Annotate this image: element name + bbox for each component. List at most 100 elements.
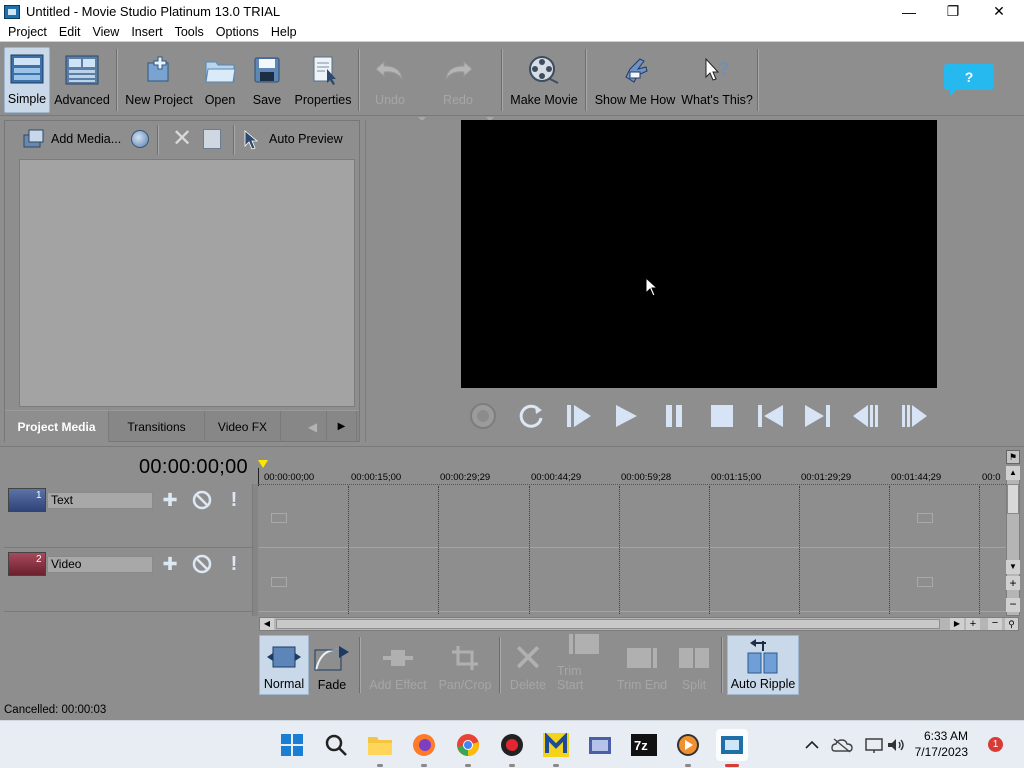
tab-project-media[interactable]: Project Media — [5, 411, 109, 442]
go-to-start-icon[interactable] — [752, 398, 788, 434]
mute-icon[interactable] — [192, 554, 212, 574]
trim-start-button[interactable]: Trim Start — [557, 634, 611, 695]
auto-preview-toggle[interactable]: Auto Preview — [269, 132, 343, 146]
menu-view[interactable]: View — [86, 25, 125, 39]
media-player-icon[interactable] — [672, 729, 704, 767]
chrome-icon[interactable] — [452, 729, 484, 767]
screen-recorder-icon[interactable] — [496, 729, 528, 767]
tab-scroll-left-icon[interactable]: ◀ — [299, 411, 327, 442]
scroll-down-icon[interactable]: ▼ — [1006, 560, 1020, 574]
save-button[interactable]: Save — [248, 47, 286, 113]
zoom-in-icon[interactable]: + — [1006, 576, 1020, 590]
minimize-button[interactable]: — — [886, 0, 932, 23]
marker-flag-icon[interactable]: ⚑ — [1006, 450, 1020, 464]
menu-insert[interactable]: Insert — [125, 25, 168, 39]
media-properties-icon[interactable] — [203, 129, 221, 149]
pause-icon[interactable] — [656, 398, 692, 434]
loop-icon[interactable] — [513, 398, 549, 434]
scroll-right-icon[interactable]: ▶ — [950, 618, 964, 630]
play-from-start-icon[interactable] — [560, 398, 596, 434]
zoom-out-icon[interactable]: − — [1006, 598, 1020, 612]
whats-this-button[interactable]: ? What's This? — [681, 47, 753, 113]
zoom-in-icon[interactable]: + — [966, 618, 980, 630]
zoom-out-icon[interactable]: − — [988, 618, 1002, 630]
media-list-area[interactable] — [19, 159, 355, 407]
next-frame-icon[interactable] — [896, 398, 932, 434]
timeline-lane-video[interactable] — [259, 550, 1006, 612]
timecode-display[interactable]: 00:00:00;00 — [139, 456, 248, 479]
open-button[interactable]: Open — [200, 47, 240, 113]
notification-badge[interactable]: 1 — [988, 737, 1003, 752]
web-globe-icon[interactable] — [131, 130, 149, 148]
timeline-lane-text[interactable] — [259, 486, 1006, 548]
maximize-button[interactable]: ❐ — [930, 0, 976, 23]
timeline-ruler[interactable]: 00:00:00;00 00:00:15;00 00:00:29;29 00:0… — [258, 460, 1006, 486]
auto-ripple-button[interactable]: Auto Ripple — [727, 635, 799, 695]
start-button-icon[interactable] — [276, 729, 308, 761]
track-fx-icon[interactable]: ✚ — [160, 490, 180, 510]
track-splitter[interactable] — [252, 484, 258, 616]
solo-icon[interactable]: ! — [224, 553, 244, 575]
redo-button[interactable]: Redo — [436, 47, 480, 113]
previous-frame-icon[interactable] — [848, 398, 884, 434]
m-app-icon[interactable] — [540, 729, 572, 767]
normal-tool-button[interactable]: Normal — [259, 635, 309, 695]
show-hidden-icons-chevron-icon[interactable] — [796, 729, 828, 761]
fade-tool-button[interactable]: Fade — [311, 635, 353, 695]
movie-studio-taskbar-icon[interactable] — [716, 729, 748, 767]
record-icon[interactable] — [465, 398, 501, 434]
video-editor-icon[interactable] — [584, 729, 616, 761]
stop-icon[interactable] — [704, 398, 740, 434]
add-media-button[interactable]: Add Media... — [51, 132, 121, 146]
scroll-up-icon[interactable]: ▲ — [1006, 466, 1020, 480]
tab-video-fx[interactable]: Video FX — [205, 411, 281, 442]
undo-button[interactable]: Undo — [368, 47, 412, 113]
menu-options[interactable]: Options — [210, 25, 265, 39]
show-me-how-button[interactable]: Show Me How — [593, 47, 677, 113]
delete-media-icon[interactable]: ✕ — [171, 127, 193, 151]
track-name[interactable]: Video — [47, 556, 153, 573]
menu-edit[interactable]: Edit — [53, 25, 87, 39]
playhead-marker-icon[interactable] — [258, 460, 268, 468]
play-icon[interactable] — [607, 398, 643, 434]
mute-icon[interactable] — [192, 490, 212, 510]
track-name[interactable]: Text — [47, 492, 153, 509]
scroll-thumb[interactable] — [1007, 484, 1019, 514]
pan-crop-button[interactable]: Pan/Crop — [437, 635, 493, 695]
make-movie-button[interactable]: Make Movie — [509, 47, 579, 113]
tab-scroll-right-icon[interactable]: ▶ — [327, 411, 357, 442]
track-header-video[interactable]: 2 Video ✚ ! — [4, 548, 252, 612]
vertical-scrollbar[interactable]: ⚑ ▲ ▼ + − — [1006, 450, 1020, 616]
new-project-button[interactable]: New Project — [124, 47, 194, 113]
trim-end-button[interactable]: Trim End — [615, 635, 669, 695]
zoom-magnifier-icon[interactable]: ⚲ — [1005, 618, 1018, 630]
tab-transitions[interactable]: Transitions — [109, 411, 205, 442]
system-clock[interactable]: 6:33 AM 7/17/2023 — [908, 728, 968, 760]
search-icon[interactable] — [320, 729, 352, 761]
scroll-left-icon[interactable]: ◀ — [260, 618, 274, 630]
video-preview-screen[interactable] — [461, 120, 937, 388]
ruler-label: 00:0 — [982, 472, 1001, 483]
delete-button[interactable]: ✕ Delete — [507, 635, 549, 695]
advanced-mode-button[interactable]: Advanced — [52, 47, 112, 113]
menu-project[interactable]: Project — [2, 25, 53, 39]
scroll-thumb[interactable] — [276, 619, 940, 629]
firefox-icon[interactable] — [408, 729, 440, 767]
menu-help[interactable]: Help — [265, 25, 303, 39]
simple-mode-button[interactable]: Simple — [4, 47, 50, 113]
horizontal-scrollbar[interactable]: ◀ ▶ + − ⚲ — [259, 617, 1019, 631]
properties-button[interactable]: Properties — [293, 47, 353, 113]
help-bubble-button[interactable]: ? — [944, 64, 994, 96]
onedrive-offline-icon[interactable] — [826, 729, 858, 761]
7zip-icon[interactable]: 7z — [628, 729, 660, 761]
solo-icon[interactable]: ! — [224, 489, 244, 511]
add-effect-button[interactable]: Add Effect — [367, 635, 429, 695]
track-fx-icon[interactable]: ✚ — [160, 554, 180, 574]
track-header-text[interactable]: 1 Text ✚ ! — [4, 484, 252, 548]
split-button[interactable]: Split — [673, 635, 715, 695]
go-to-end-icon[interactable] — [800, 398, 836, 434]
file-explorer-icon[interactable] — [364, 729, 396, 767]
menu-tools[interactable]: Tools — [169, 25, 210, 39]
close-button[interactable]: ✕ — [976, 0, 1022, 23]
timeline-area[interactable] — [259, 486, 1006, 614]
